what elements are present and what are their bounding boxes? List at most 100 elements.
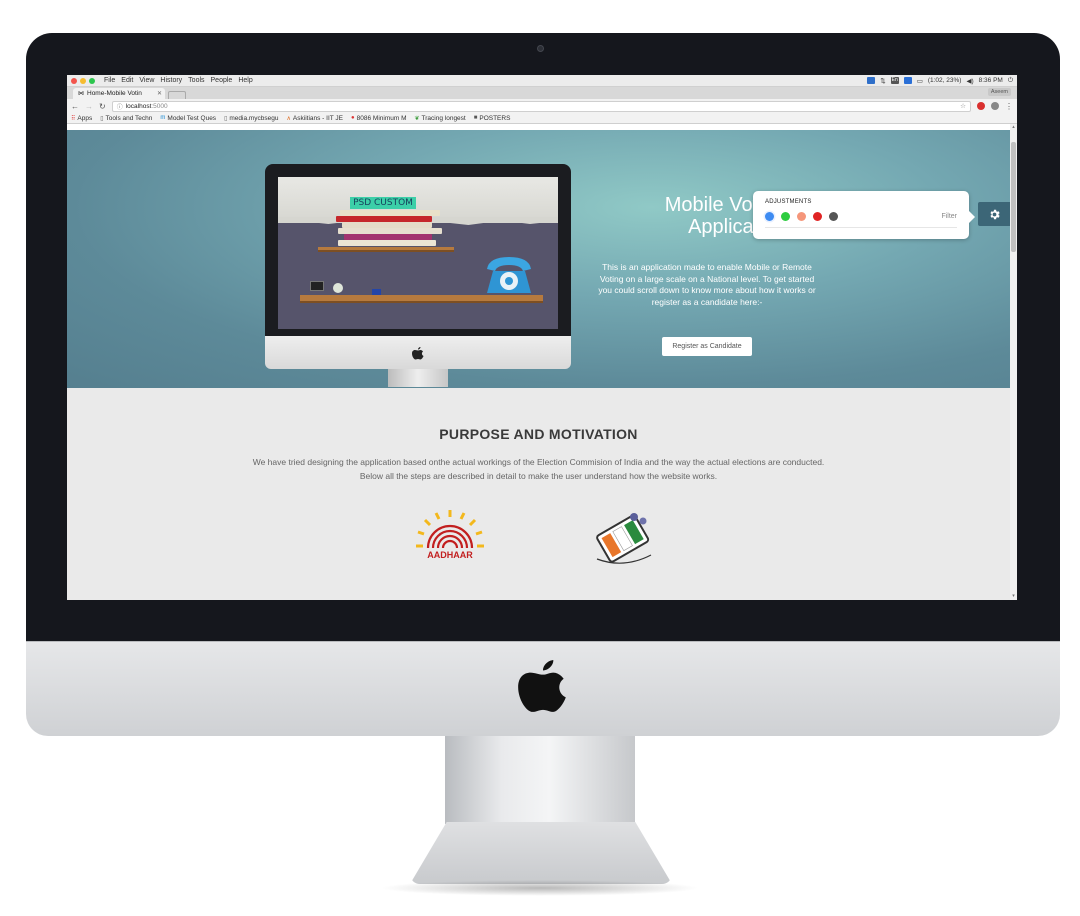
swatch-gray[interactable] [829,212,838,221]
clock-device [333,283,343,293]
swatch-red[interactable] [813,212,822,221]
tab-title: Home-Mobile Votin [87,90,142,97]
hero-description: This is an application made to enable Mo… [598,262,816,307]
scroll-up-icon[interactable]: ▴ [1011,125,1016,130]
teamviewer-icon[interactable] [867,77,876,84]
menu-history[interactable]: History [160,77,182,84]
hero-imac-mockup: PSD CUSTOM [265,164,571,387]
election-commission-logo [596,513,652,564]
maximize-window-button[interactable] [89,77,95,84]
bookmark-model-test[interactable]: m Model Test Ques [160,115,216,122]
apps-grid-icon: ⠿ [71,115,76,122]
chrome-menu-icon[interactable]: ⋮ [1005,102,1013,111]
menu-help[interactable]: Help [238,77,252,84]
apple-logo-icon [412,347,424,360]
close-window-button[interactable] [71,77,77,84]
scrollbar-thumb[interactable] [1011,142,1016,252]
aadhaar-fingerprint-icon [416,510,484,549]
bookmark-apps[interactable]: ⠿ Apps [71,115,92,122]
bookmark-label: Apps [77,114,93,122]
swatch-green[interactable] [781,212,790,221]
browser-toolbar: ← → ↻ ⓘ localhost:5000 ☆ ⋮ [67,99,1017,113]
swatch-peach[interactable] [797,212,806,221]
purpose-title: PURPOSE AND MOTIVATION [439,426,638,442]
info-icon[interactable]: ⓘ [117,102,123,111]
imac-stand-foot [410,822,672,884]
gear-icon [989,209,1000,219]
m-icon: m [160,115,166,121]
menu-file[interactable]: File [104,77,115,84]
red-dot-icon: ● [351,115,355,121]
camera-dot [537,45,544,52]
menu-edit[interactable]: Edit [121,77,133,84]
forward-arrow-icon[interactable]: → [85,102,93,111]
color-swatches [765,212,838,221]
minimize-window-button[interactable] [80,77,86,84]
radio-device [310,281,324,291]
filter-label[interactable]: Filter [941,213,957,220]
imac-stand-neck [445,736,635,824]
bookmark-label: 8086 Minimum M [356,114,407,122]
extension-adblock-icon[interactable] [977,102,985,110]
bookmark-label: Model Test Ques [167,114,217,122]
swatch-blue[interactable] [765,212,774,221]
volume-icon[interactable]: ◀) [966,77,973,85]
profile-button[interactable]: Aseem [987,88,1011,96]
bookmark-label: Tools and Techn [105,114,153,122]
folder-icon: ■ [473,115,478,121]
new-tab-button[interactable] [168,91,186,99]
tab-bar: ⋈ Home-Mobile Votin ✕ Aseem [67,87,1017,99]
psd-custom-label: PSD CUSTOM [350,197,416,209]
screen: File Edit View History Tools People Help… [67,75,1017,600]
lower-shelf [300,295,543,303]
bookmark-tracing[interactable]: ❦ Tracing longest [415,115,466,122]
extension-icon[interactable] [991,102,999,110]
bookmark-askiitians[interactable]: ∧ Askiitians - IIT JE [287,115,344,122]
bookmark-star-icon[interactable]: ☆ [960,102,966,110]
back-arrow-icon[interactable]: ← [71,102,79,111]
bookmark-label: media.mycbsegu [229,114,279,122]
bookmark-8086[interactable]: ● 8086 Minimum M [351,115,406,122]
power-icon[interactable]: ⏻ [1008,77,1013,85]
bookmark-label: POSTERS [479,114,511,122]
page-scrollbar[interactable]: ▴ ▾ [1010,124,1017,600]
network-icon[interactable]: ⇅ [880,77,885,85]
hero-section: PSD CUSTOM Mobile Voting- A Application … [67,130,1010,388]
adjustments-divider [765,227,957,228]
register-candidate-button[interactable]: Register as Candidate [662,337,752,356]
bowtie-favicon-icon: ⋈ [78,91,84,97]
askiitians-icon: ∧ [286,115,291,122]
aadhaar-logo: AADHAAR [411,508,489,566]
telephone-icon [487,257,531,293]
menu-tools[interactable]: Tools [188,77,204,84]
mockup-scene: PSD CUSTOM [278,177,558,329]
mockup-stand [388,369,448,387]
scroll-down-icon[interactable]: ▾ [1011,594,1016,599]
purpose-section: PURPOSE AND MOTIVATION We have tried des… [67,388,1010,600]
url-host: localhost [125,102,152,110]
url-port: :5000 [151,102,168,110]
reload-icon[interactable]: ↻ [99,102,106,111]
bluetooth-icon[interactable] [903,77,912,84]
settings-toggle-button[interactable] [978,202,1010,226]
adjustments-title: ADJUSTMENTS [765,199,812,205]
battery-icon[interactable]: ▭ [917,77,923,85]
address-bar[interactable]: ⓘ localhost:5000 ☆ [111,100,971,112]
page-icon: ▯ [224,115,228,122]
tab-close-icon[interactable]: ✕ [157,90,162,97]
battery-status: (1:02, 23%) [927,77,962,84]
upper-shelf [318,247,454,252]
bookmarks-bar: ⠿ Apps ▯ Tools and Techn m Model Test Ques … [67,113,1017,124]
bookmark-tools[interactable]: ▯ Tools and Techn [100,115,152,122]
tab-home[interactable]: ⋈ Home-Mobile Votin ✕ [73,88,165,99]
bookmark-media[interactable]: ▯ media.mycbsegu [224,115,278,122]
clock[interactable]: 8:36 PM [979,77,1003,84]
stand-shadow [380,880,700,896]
bookmark-posters[interactable]: ■ POSTERS [474,115,511,122]
adjustments-panel: ADJUSTMENTS Filter [753,191,975,239]
leaf-icon: ❦ [414,115,420,122]
menu-people[interactable]: People [211,77,233,84]
menu-view[interactable]: View [139,77,154,84]
system-tray: ⇅ En ▭ (1:02, 23%) ◀) 8:36 PM ⏻ [867,77,1013,85]
language-indicator[interactable]: En [890,77,899,84]
